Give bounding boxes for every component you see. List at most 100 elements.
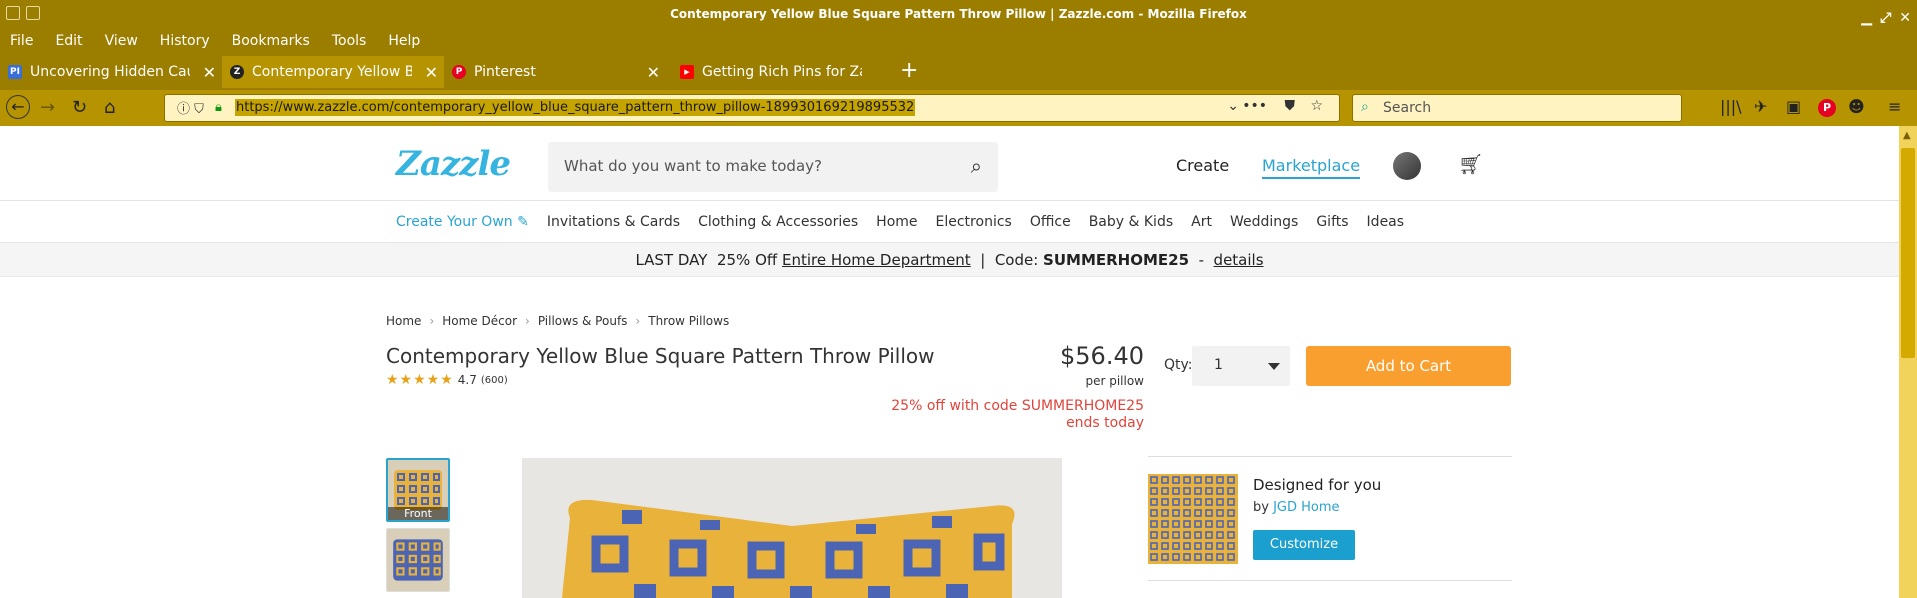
designer-link[interactable]: JGD Home — [1273, 500, 1339, 515]
tab-label: Getting Rich Pins for Zaz — [702, 64, 862, 80]
tab-favicon-icon: P — [452, 65, 466, 79]
dropdown-icon[interactable]: ⌄ — [1227, 98, 1239, 114]
menu-bookmarks[interactable]: Bookmarks — [232, 33, 310, 49]
avatar[interactable] — [1393, 152, 1421, 180]
menu-help[interactable]: Help — [388, 33, 420, 49]
site-search-input[interactable]: What do you want to make today? ⌕ — [548, 142, 998, 192]
design-pattern-image — [1148, 474, 1238, 564]
tab-favicon-icon: Z — [230, 65, 244, 79]
chevron-right-icon: › — [525, 314, 530, 328]
category-baby-kids[interactable]: Baby & Kids — [1089, 214, 1173, 230]
sidebar-icon[interactable]: ▣ — [1786, 97, 1801, 116]
thumbnail-label: Front — [388, 507, 448, 520]
thumbnail-back[interactable] — [386, 528, 450, 592]
scrollbar-thumb[interactable] — [1901, 148, 1915, 358]
pocket-icon[interactable]: ⛊ — [1285, 98, 1296, 114]
cart-icon[interactable]: 🛒︎ — [1458, 152, 1483, 176]
tab-close-icon[interactable]: ✕ — [425, 63, 438, 82]
category-home[interactable]: Home — [876, 214, 917, 230]
window-menu-icon[interactable] — [6, 6, 20, 20]
promo-banner: LAST DAY 25% Off Entire Home Department … — [0, 243, 1899, 277]
category-create-your-own[interactable]: Create Your Own ✎ — [396, 214, 529, 230]
search-icon: ⌕ — [1361, 99, 1369, 115]
back-icon[interactable]: ← — [6, 95, 30, 119]
customize-button[interactable]: Customize — [1253, 530, 1355, 560]
tab-close-icon[interactable]: ✕ — [647, 63, 660, 82]
discount-line: 25% off with code SUMMERHOME25 — [891, 398, 1144, 414]
tab-uncovering[interactable]: PI Uncovering Hidden Caus ✕ — [0, 56, 222, 88]
window-pin-icon[interactable] — [26, 6, 40, 20]
tab-close-icon[interactable]: ✕ — [203, 63, 216, 82]
breadcrumb-pillows[interactable]: Pillows & Poufs — [538, 314, 628, 328]
tab-pinterest[interactable]: P Pinterest ✕ — [444, 56, 666, 88]
menu-view[interactable]: View — [105, 33, 138, 49]
bookmark-star-icon[interactable]: ☆ — [1310, 98, 1323, 114]
category-invitations[interactable]: Invitations & Cards — [547, 214, 680, 230]
category-weddings[interactable]: Weddings — [1230, 214, 1298, 230]
category-nav: Create Your Own ✎ Invitations & Cards Cl… — [396, 214, 1404, 230]
add-to-cart-button[interactable]: Add to Cart — [1306, 346, 1511, 386]
url-text[interactable]: https://www.zazzle.com/contemporary_yell… — [235, 99, 916, 116]
category-clothing[interactable]: Clothing & Accessories — [698, 214, 858, 230]
zazzle-logo[interactable]: Zazzle — [396, 144, 511, 184]
promo-details-link[interactable]: details — [1214, 251, 1264, 269]
category-ideas[interactable]: Ideas — [1367, 214, 1405, 230]
star-rating-icon: ★★★★★ — [386, 372, 454, 388]
product-main-image[interactable] — [522, 458, 1062, 598]
breadcrumb-throw-pillows[interactable]: Throw Pillows — [648, 314, 729, 328]
promo-department-link[interactable]: Entire Home Department — [782, 251, 971, 269]
menu-bar: File Edit View History Bookmarks Tools H… — [0, 28, 1917, 54]
chevron-right-icon: › — [429, 314, 435, 328]
category-office[interactable]: Office — [1030, 214, 1071, 230]
review-count[interactable]: (600) — [481, 375, 508, 386]
web-page: Zazzle What do you want to make today? ⌕… — [0, 126, 1899, 598]
site-info-icon[interactable]: ⓘ ⛉ — [177, 98, 204, 117]
url-bar[interactable]: ⓘ ⛉ 🔒︎ https://www.zazzle.com/contempora… — [164, 94, 1340, 122]
product-title: Contemporary Yellow Blue Square Pattern … — [386, 344, 935, 368]
qty-value: 1 — [1214, 357, 1223, 373]
hamburger-menu-icon[interactable]: ≡ — [1888, 97, 1901, 116]
window-title: Contemporary Yellow Blue Square Pattern … — [670, 7, 1247, 21]
designer-top-divider — [1148, 456, 1512, 457]
extension-icon[interactable]: ✈ — [1754, 97, 1767, 116]
search-icon[interactable]: ⌕ — [971, 154, 982, 178]
marketplace-link[interactable]: Marketplace — [1262, 156, 1361, 179]
tab-youtube[interactable]: ▶ Getting Rich Pins for Zaz — [672, 56, 894, 88]
pinterest-extension-icon[interactable]: P — [1818, 99, 1836, 117]
breadcrumb-home[interactable]: Home — [386, 314, 421, 328]
discount-notice: 25% off with code SUMMERHOME25 ends toda… — [880, 398, 1144, 432]
category-gifts[interactable]: Gifts — [1316, 214, 1348, 230]
forward-icon[interactable]: → — [40, 97, 55, 118]
browser-search-field[interactable]: ⌕ Search — [1352, 94, 1682, 122]
promo-prefix: LAST DAY 25% Off — [635, 251, 782, 269]
tab-favicon-icon: ▶ — [680, 65, 694, 79]
designer-bottom-divider — [1148, 580, 1512, 581]
price-unit: per pillow — [1085, 374, 1144, 388]
scroll-up-icon[interactable]: ▲ — [1903, 130, 1911, 141]
create-link[interactable]: Create — [1176, 156, 1229, 175]
library-icon[interactable]: |||\ — [1720, 97, 1742, 116]
tab-contemporary[interactable]: Z Contemporary Yellow Blu ✕ — [222, 56, 444, 88]
new-tab-icon[interactable]: + — [900, 58, 918, 83]
menu-history[interactable]: History — [160, 33, 210, 49]
breadcrumb-home-decor[interactable]: Home Décor — [442, 314, 517, 328]
account-icon[interactable]: ☻ — [1848, 97, 1865, 116]
product-price: $56.40 — [1060, 342, 1144, 370]
home-icon[interactable]: ⌂ — [104, 97, 115, 118]
product-rating[interactable]: ★★★★★ 4.7 (600) — [386, 372, 508, 388]
tab-label: Uncovering Hidden Caus — [30, 64, 190, 80]
window-menu-buttons[interactable] — [6, 6, 40, 20]
reload-icon[interactable]: ↻ — [72, 97, 87, 118]
navigation-toolbar: ← → ↻ ⌂ ⓘ ⛉ 🔒︎ https://www.zazzle.com/co… — [0, 90, 1917, 126]
thumbnail-front[interactable]: Front — [386, 458, 450, 522]
design-preview-image[interactable] — [1148, 474, 1238, 564]
page-scrollbar[interactable]: ▲ — [1899, 126, 1917, 598]
qty-label: Qty: — [1164, 357, 1193, 373]
menu-file[interactable]: File — [10, 33, 33, 49]
category-electronics[interactable]: Electronics — [936, 214, 1012, 230]
qty-select[interactable]: 1 — [1192, 346, 1290, 386]
menu-edit[interactable]: Edit — [55, 33, 82, 49]
menu-tools[interactable]: Tools — [332, 33, 367, 49]
category-art[interactable]: Art — [1191, 214, 1212, 230]
page-actions-icon[interactable]: ••• — [1242, 98, 1267, 114]
